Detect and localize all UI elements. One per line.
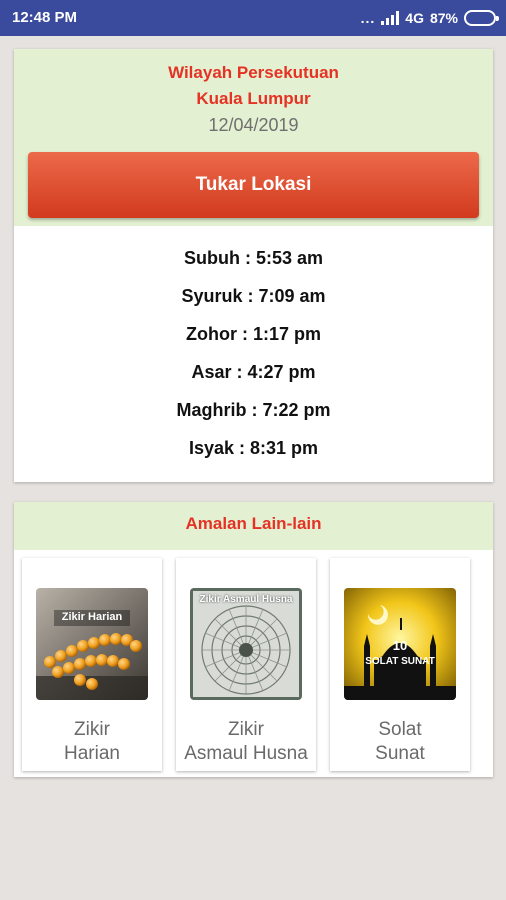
mosque-icon: 10 SOLAT SUNAT xyxy=(344,588,456,700)
other-practices-title: Amalan Lain-lain xyxy=(14,502,493,550)
city-name: Kuala Lumpur xyxy=(196,89,311,108)
practice-item-asmaul-husna[interactable]: Zikir Asmaul Husna Zikir Asmaul Husna xyxy=(176,558,316,771)
status-icons: ... 4G 87% xyxy=(360,8,499,28)
thumb-caption: SOLAT SUNAT xyxy=(365,656,435,667)
prayer-time-maghrib: Maghrib : 7:22 pm xyxy=(176,400,331,420)
prayer-time-isyak: Isyak : 8:31 pm xyxy=(188,438,319,458)
prayer-times-card: Wilayah Persekutuan Kuala Lumpur 12/04/2… xyxy=(14,49,493,482)
thumb-number: 10 xyxy=(392,638,408,653)
notification-dots-icon: ... xyxy=(360,10,376,26)
islamic-pattern-icon: Zikir Asmaul Husna xyxy=(190,588,302,700)
prayer-time-subuh: Subuh : 5:53 am xyxy=(183,248,324,268)
change-location-button[interactable]: Tukar Lokasi xyxy=(28,152,479,218)
location-header: Wilayah Persekutuan Kuala Lumpur 12/04/2… xyxy=(14,49,493,226)
status-time: 12:48 PM xyxy=(12,9,78,26)
prayer-time-zohor: Zohor : 1:17 pm xyxy=(185,324,321,344)
practice-label: Zikir Asmaul Husna xyxy=(184,719,308,764)
other-practices-card: Amalan Lain-lain Zikir Harian Zikir Hari… xyxy=(14,502,493,777)
prayer-beads-icon: Zikir Harian xyxy=(36,588,148,700)
thumb-caption: Zikir Harian xyxy=(61,611,123,623)
practices-list[interactable]: Zikir Harian Zikir Harian Zikir Asmaul H… xyxy=(22,558,493,771)
status-bar: 12:48 PM ... 4G 87% xyxy=(0,0,506,36)
date-label: 12/04/2019 xyxy=(208,115,299,135)
battery-percent: 87% xyxy=(429,10,458,26)
practice-item-solat-sunat[interactable]: 10 SOLAT SUNAT Solat Sunat xyxy=(330,558,470,771)
signal-icon xyxy=(381,11,400,25)
region-name: Wilayah Persekutuan xyxy=(168,63,339,82)
prayer-time-asar: Asar : 4:27 pm xyxy=(191,362,316,382)
thumb-caption: Zikir Asmaul Husna xyxy=(199,594,293,605)
prayer-time-syuruk: Syuruk : 7:09 am xyxy=(181,286,326,306)
practice-label: Solat Sunat xyxy=(375,719,425,764)
network-type: 4G xyxy=(405,10,424,26)
practice-label: Zikir Harian xyxy=(64,719,120,764)
practice-item-zikir-harian[interactable]: Zikir Harian Zikir Harian xyxy=(22,558,162,771)
battery-icon xyxy=(464,10,499,26)
